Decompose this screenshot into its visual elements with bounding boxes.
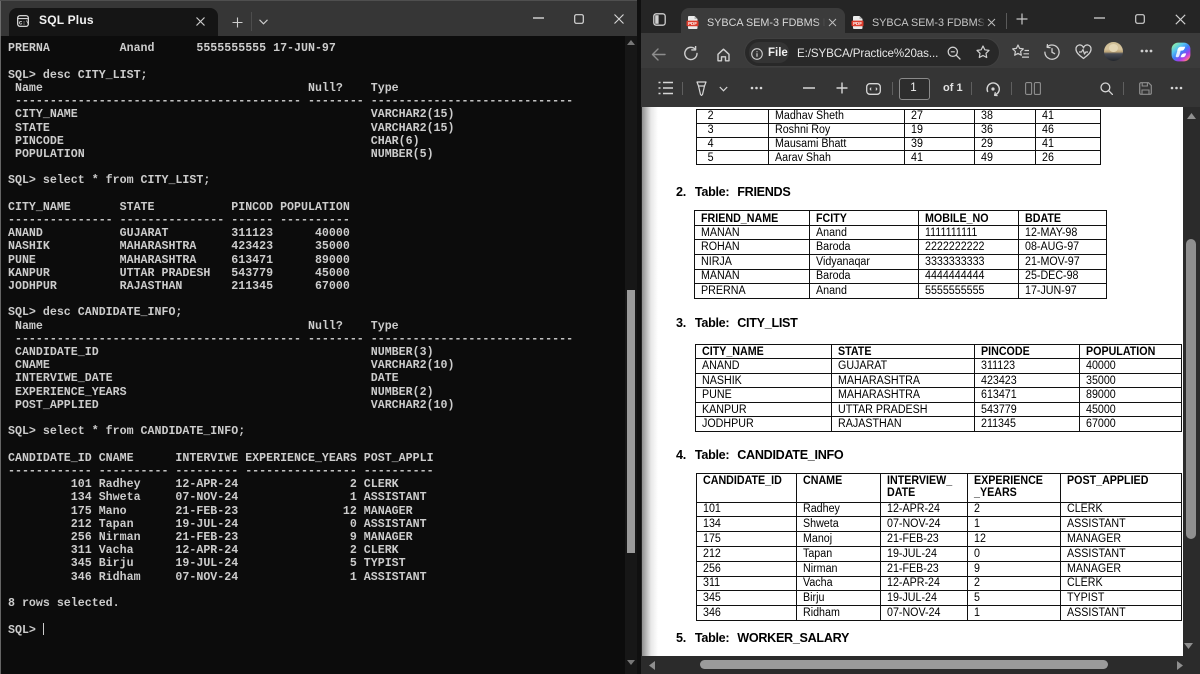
svg-text:PDF: PDF bbox=[688, 21, 697, 26]
svg-text:C:\: C:\ bbox=[19, 20, 29, 27]
svg-text:PDF: PDF bbox=[853, 21, 862, 26]
